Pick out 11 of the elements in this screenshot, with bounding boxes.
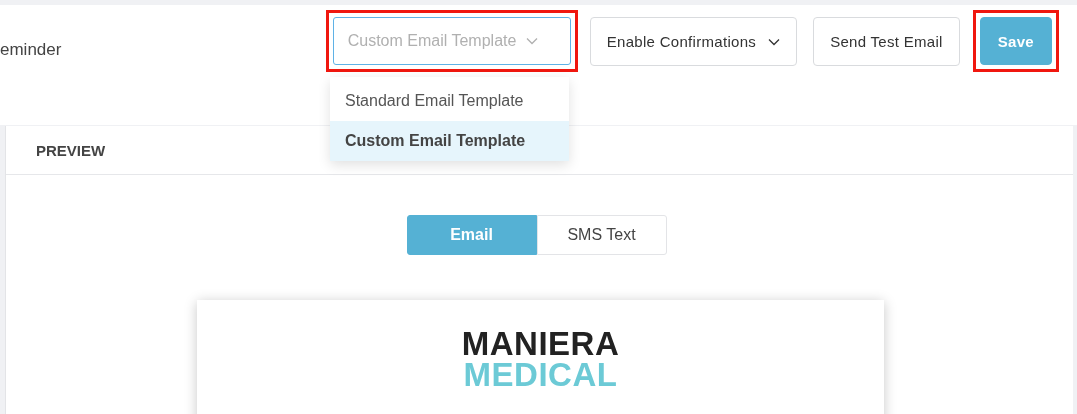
caret-icon bbox=[526, 37, 539, 45]
dropdown-option[interactable]: Standard Email Template bbox=[330, 81, 569, 121]
page-title: eminder bbox=[0, 40, 62, 60]
preview-heading: PREVIEW bbox=[36, 141, 106, 159]
logo-text: MANIERA bbox=[461, 328, 620, 359]
send-test-email-button[interactable]: Send Test Email bbox=[813, 17, 960, 66]
preview-tab[interactable]: SMS Text bbox=[536, 215, 667, 255]
confirmations-dropdown[interactable]: Enable Confirmations bbox=[589, 17, 798, 66]
caret-icon bbox=[768, 37, 781, 46]
dropdown-option[interactable]: Custom Email Template bbox=[330, 121, 569, 161]
logo-text: MEDICAL bbox=[463, 359, 618, 390]
